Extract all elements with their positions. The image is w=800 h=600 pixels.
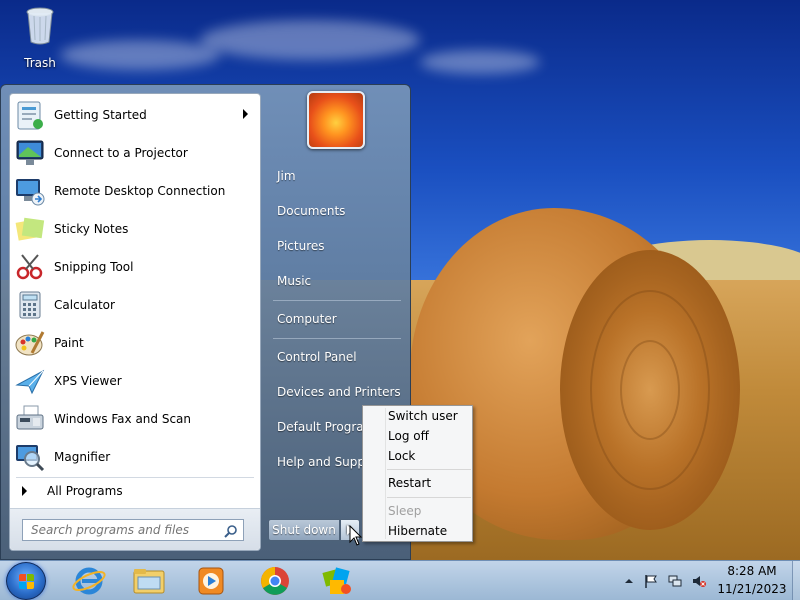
start-button[interactable]: [6, 562, 46, 600]
control-panel-link[interactable]: Control Panel: [269, 343, 407, 371]
search-icon[interactable]: [224, 524, 238, 538]
computer-link[interactable]: Computer: [269, 305, 407, 333]
all-programs-label: All Programs: [47, 484, 123, 498]
program-label: Windows Fax and Scan: [54, 412, 192, 426]
desktop-icon-trash[interactable]: Trash: [14, 6, 66, 70]
divider: [273, 300, 401, 301]
calculator-icon: [14, 289, 46, 321]
user-picture[interactable]: [307, 91, 365, 149]
program-label: XPS Viewer: [54, 374, 122, 388]
snipping-tool-icon: [14, 251, 46, 283]
divider: [16, 477, 254, 478]
remote-desktop-icon: [14, 175, 46, 207]
cloud: [60, 40, 220, 70]
getting-started-icon: [14, 99, 46, 131]
chrome-icon: [261, 567, 289, 595]
clock-date[interactable]: 11/21/2023: [712, 582, 792, 596]
magnifier-icon: [14, 441, 46, 473]
projector-icon: [14, 137, 46, 169]
power-options-menu: Switch user Log off Lock Restart Sleep H…: [362, 405, 473, 542]
search-area: [10, 508, 260, 550]
pictures-link[interactable]: Pictures: [269, 232, 407, 260]
sticky-notes-icon: [14, 213, 46, 245]
arrow-right-icon: [22, 486, 27, 496]
clock-time[interactable]: 8:28 AM: [712, 564, 792, 578]
program-label: Snipping Tool: [54, 260, 134, 274]
program-label: Calculator: [54, 298, 115, 312]
search-input[interactable]: [22, 519, 244, 541]
menu-item-hibernate[interactable]: Hibernate: [388, 521, 447, 541]
desktop-icon-label: Trash: [24, 56, 56, 70]
programs-pane: Getting Started Connect to a Projector R…: [9, 93, 261, 551]
menu-item-log-off[interactable]: Log off: [388, 426, 429, 446]
program-paint[interactable]: Paint: [10, 324, 260, 362]
paint-icon: [14, 327, 46, 359]
program-label: Sticky Notes: [54, 222, 129, 236]
program-snipping-tool[interactable]: Snipping Tool: [10, 248, 260, 286]
music-link[interactable]: Music: [269, 267, 407, 295]
taskbar: [0, 560, 800, 600]
program-label: Magnifier: [54, 450, 111, 464]
taskbar-application[interactable]: [310, 563, 364, 599]
network-icon[interactable]: [668, 574, 682, 588]
documents-link[interactable]: Documents: [269, 197, 407, 225]
program-xps-viewer[interactable]: XPS Viewer: [10, 362, 260, 400]
taskbar-file-explorer[interactable]: [122, 563, 176, 599]
program-sticky-notes[interactable]: Sticky Notes: [10, 210, 260, 248]
volume-muted-icon[interactable]: [692, 574, 706, 588]
file-explorer-icon: [133, 569, 165, 594]
devices-printers-link[interactable]: Devices and Printers: [269, 378, 407, 406]
submenu-arrow-icon: [243, 109, 248, 119]
program-label: Remote Desktop Connection: [54, 184, 226, 198]
taskbar-chrome[interactable]: [248, 563, 302, 599]
taskbar-media-player[interactable]: [184, 563, 238, 599]
shutdown-button[interactable]: Shut down: [268, 519, 340, 541]
menu-item-lock[interactable]: Lock: [388, 446, 415, 466]
application-icon: [322, 567, 351, 594]
all-programs-button[interactable]: All Programs: [10, 480, 260, 502]
media-player-icon: [198, 567, 224, 595]
program-getting-started[interactable]: Getting Started: [10, 96, 260, 134]
menu-item-switch-user[interactable]: Switch user: [388, 406, 458, 426]
program-label: Getting Started: [54, 108, 147, 122]
cloud: [200, 20, 420, 60]
action-center-flag-icon[interactable]: [644, 574, 658, 588]
cloud: [420, 50, 540, 74]
program-label: Paint: [54, 336, 84, 350]
hay-bale-ring: [620, 340, 680, 440]
program-magnifier[interactable]: Magnifier: [10, 438, 260, 476]
internet-explorer-icon: [72, 567, 106, 595]
program-remote-desktop[interactable]: Remote Desktop Connection: [10, 172, 260, 210]
start-menu: Getting Started Connect to a Projector R…: [0, 84, 411, 560]
xps-viewer-icon: [14, 365, 46, 397]
trash-icon: [25, 6, 55, 46]
mouse-cursor-icon: [349, 524, 363, 547]
show-hidden-icons-icon[interactable]: [622, 574, 636, 588]
menu-item-sleep: Sleep: [388, 504, 422, 518]
program-connect-projector[interactable]: Connect to a Projector: [10, 134, 260, 172]
show-desktop-button[interactable]: [792, 561, 800, 600]
divider: [273, 338, 401, 339]
menu-item-restart[interactable]: Restart: [388, 473, 431, 493]
fax-scan-icon: [14, 403, 46, 435]
program-label: Connect to a Projector: [54, 146, 188, 160]
divider: [387, 497, 471, 498]
user-folder-link[interactable]: Jim: [269, 162, 407, 190]
taskbar-internet-explorer[interactable]: [62, 563, 116, 599]
divider: [387, 469, 471, 470]
program-calculator[interactable]: Calculator: [10, 286, 260, 324]
program-fax-scan[interactable]: Windows Fax and Scan: [10, 400, 260, 438]
